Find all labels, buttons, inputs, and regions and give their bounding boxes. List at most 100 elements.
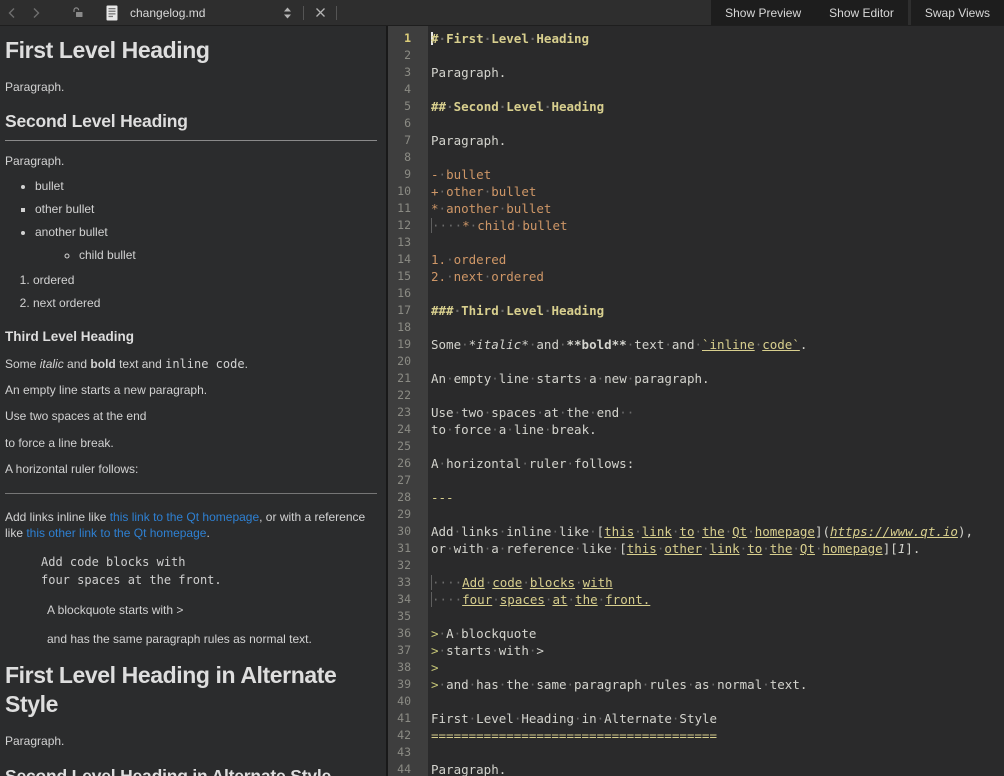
line-number[interactable]: 23 xyxy=(388,404,428,421)
editor-line[interactable]: 10+·other·bullet xyxy=(388,183,1004,200)
editor-line[interactable]: 17###·Third·Level·Heading xyxy=(388,302,1004,319)
line-number[interactable]: 36 xyxy=(388,625,428,642)
line-number[interactable]: 44 xyxy=(388,761,428,776)
line-number[interactable]: 26 xyxy=(388,455,428,472)
line-number[interactable]: 10 xyxy=(388,183,428,200)
line-number[interactable]: 15 xyxy=(388,268,428,285)
line-number[interactable]: 19 xyxy=(388,336,428,353)
editor-line[interactable]: 43 xyxy=(388,744,1004,761)
line-number[interactable]: 38 xyxy=(388,659,428,676)
editor-line[interactable]: 21An·empty·line·starts·a·new·paragraph. xyxy=(388,370,1004,387)
document-dropdown-button[interactable] xyxy=(275,0,299,25)
editor-line[interactable]: 27 xyxy=(388,472,1004,489)
show-editor-button[interactable]: Show Editor xyxy=(815,0,908,25)
editor-line[interactable]: 32 xyxy=(388,557,1004,574)
line-number[interactable]: 14 xyxy=(388,251,428,268)
line-number[interactable]: 31 xyxy=(388,540,428,557)
line-number[interactable]: 34 xyxy=(388,591,428,608)
line-number[interactable]: 33 xyxy=(388,574,428,591)
editor-line[interactable]: 19Some·*italic*·and·**bold**·text·and·`i… xyxy=(388,336,1004,353)
line-number[interactable]: 8 xyxy=(388,149,428,166)
markdown-preview-pane[interactable]: First Level HeadingParagraph.Second Leve… xyxy=(0,26,386,776)
preview-link[interactable]: this other link to the Qt homepage xyxy=(26,526,206,540)
line-number[interactable]: 41 xyxy=(388,710,428,727)
editor-line[interactable]: 141.·ordered xyxy=(388,251,1004,268)
editor-line[interactable]: 20 xyxy=(388,353,1004,370)
line-number[interactable]: 22 xyxy=(388,387,428,404)
editor-line[interactable]: 7Paragraph. xyxy=(388,132,1004,149)
editor-line[interactable]: 24to·force·a·line·break. xyxy=(388,421,1004,438)
line-number[interactable]: 4 xyxy=(388,81,428,98)
line-number[interactable]: 9 xyxy=(388,166,428,183)
editor-line[interactable]: 23Use·two·spaces·at·the·end·· xyxy=(388,404,1004,421)
editor-line[interactable]: 41First·Level·Heading·in·Alternate·Style xyxy=(388,710,1004,727)
editor-line[interactable]: 38> xyxy=(388,659,1004,676)
editor-line[interactable]: 16 xyxy=(388,285,1004,302)
editor-line[interactable]: 11*·another·bullet xyxy=(388,200,1004,217)
file-lock-toggle[interactable] xyxy=(66,0,90,25)
line-number[interactable]: 12 xyxy=(388,217,428,234)
editor-line[interactable]: 8 xyxy=(388,149,1004,166)
editor-line[interactable]: 31or·with·a·reference·like·[this·other·l… xyxy=(388,540,1004,557)
markdown-editor-pane[interactable]: 1#·First·Level·Heading23Paragraph.45##·S… xyxy=(388,26,1004,776)
editor-line[interactable]: 2 xyxy=(388,47,1004,64)
editor-line[interactable]: 12····*·child·bullet xyxy=(388,217,1004,234)
editor-line[interactable]: 1#·First·Level·Heading xyxy=(388,30,1004,47)
editor-line[interactable]: 6 xyxy=(388,115,1004,132)
editor-line[interactable]: 25 xyxy=(388,438,1004,455)
back-button[interactable] xyxy=(0,0,24,25)
editor-line[interactable]: 28--- xyxy=(388,489,1004,506)
line-number[interactable]: 32 xyxy=(388,557,428,574)
editor-line[interactable]: 35 xyxy=(388,608,1004,625)
editor-line[interactable]: 9-·bullet xyxy=(388,166,1004,183)
editor-line[interactable]: 36>·A·blockquote xyxy=(388,625,1004,642)
line-number[interactable]: 27 xyxy=(388,472,428,489)
show-preview-button[interactable]: Show Preview xyxy=(711,0,815,25)
editor-line[interactable]: 44Paragraph. xyxy=(388,761,1004,776)
line-number[interactable]: 42 xyxy=(388,727,428,744)
preview-link[interactable]: this link to the Qt homepage xyxy=(110,510,259,524)
forward-button[interactable] xyxy=(24,0,48,25)
editor-line[interactable]: 152.·next·ordered xyxy=(388,268,1004,285)
line-number[interactable]: 29 xyxy=(388,506,428,523)
line-number[interactable]: 37 xyxy=(388,642,428,659)
editor-line[interactable]: 39>·and·has·the·same·paragraph·rules·as·… xyxy=(388,676,1004,693)
editor-line[interactable]: 37>·starts·with·> xyxy=(388,642,1004,659)
line-number[interactable]: 3 xyxy=(388,64,428,81)
line-number[interactable]: 35 xyxy=(388,608,428,625)
editor-line[interactable]: 4 xyxy=(388,81,1004,98)
line-number[interactable]: 13 xyxy=(388,234,428,251)
editor-line[interactable]: 33····Add·code·blocks·with xyxy=(388,574,1004,591)
line-number[interactable]: 1 xyxy=(388,30,428,47)
line-number[interactable]: 7 xyxy=(388,132,428,149)
line-number[interactable]: 25 xyxy=(388,438,428,455)
editor-line[interactable]: 5##·Second·Level·Heading xyxy=(388,98,1004,115)
close-document-button[interactable] xyxy=(308,0,332,25)
line-number[interactable]: 18 xyxy=(388,319,428,336)
line-number[interactable]: 43 xyxy=(388,744,428,761)
editor-line[interactable]: 34····four·spaces·at·the·front. xyxy=(388,591,1004,608)
editor-line[interactable]: 30Add·links·inline·like·[this·link·to·th… xyxy=(388,523,1004,540)
line-number[interactable]: 20 xyxy=(388,353,428,370)
line-number[interactable]: 5 xyxy=(388,98,428,115)
editor-line[interactable]: 22 xyxy=(388,387,1004,404)
editor-line[interactable]: 18 xyxy=(388,319,1004,336)
editor-line[interactable]: 29 xyxy=(388,506,1004,523)
line-number[interactable]: 2 xyxy=(388,47,428,64)
line-number[interactable]: 6 xyxy=(388,115,428,132)
editor-line[interactable]: 26A·horizontal·ruler·follows: xyxy=(388,455,1004,472)
line-number[interactable]: 17 xyxy=(388,302,428,319)
line-number[interactable]: 11 xyxy=(388,200,428,217)
line-number[interactable]: 28 xyxy=(388,489,428,506)
editor-line[interactable]: 13 xyxy=(388,234,1004,251)
editor-line[interactable]: 42====================================== xyxy=(388,727,1004,744)
line-number[interactable]: 16 xyxy=(388,285,428,302)
line-number[interactable]: 40 xyxy=(388,693,428,710)
line-number[interactable]: 30 xyxy=(388,523,428,540)
editor-line[interactable]: 3Paragraph. xyxy=(388,64,1004,81)
line-number[interactable]: 21 xyxy=(388,370,428,387)
editor-line[interactable]: 40 xyxy=(388,693,1004,710)
line-number[interactable]: 39 xyxy=(388,676,428,693)
swap-views-button[interactable]: Swap Views xyxy=(911,0,1004,25)
line-number[interactable]: 24 xyxy=(388,421,428,438)
